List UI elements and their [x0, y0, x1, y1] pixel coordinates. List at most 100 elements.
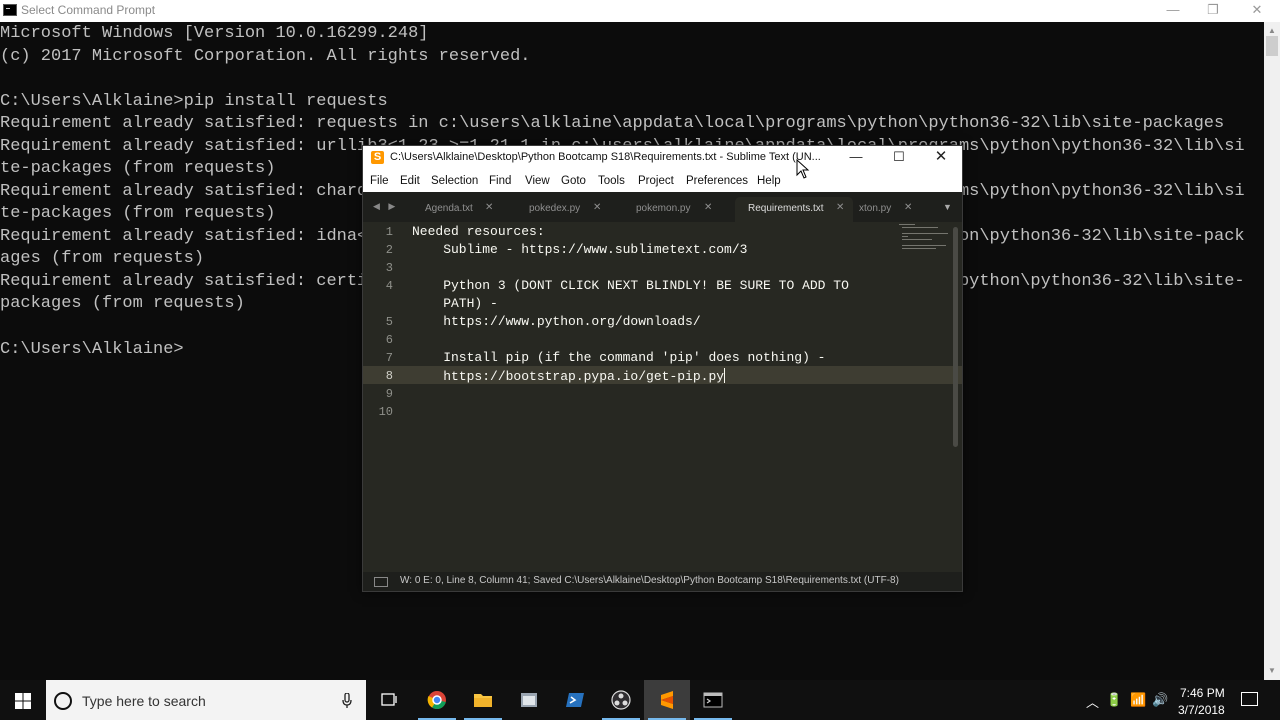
sublime-titlebar[interactable]: S C:\Users\Alklaine\Desktop\Python Bootc…: [363, 146, 962, 170]
menu-preferences[interactable]: Preferences: [686, 175, 748, 187]
windows-taskbar: Type here to search ︿ 🔋 📶 🔊 7:46 PM 3/7/…: [0, 680, 1280, 720]
console-prompt: C:\Users\Alklaine>: [0, 340, 184, 359]
sublime-menubar: File Edit Selection Find View Goto Tools…: [363, 170, 962, 192]
taskbar-search-box[interactable]: Type here to search: [46, 680, 366, 720]
wifi-icon[interactable]: 📶: [1130, 692, 1146, 708]
app-window-icon: [521, 693, 537, 707]
console-line: C:\Users\Alklaine>pip install requests: [0, 91, 388, 111]
scroll-up-arrow-icon[interactable]: ▲: [1268, 26, 1276, 35]
line-number: 8: [385, 369, 393, 383]
sublime-close-button[interactable]: ✕: [921, 146, 961, 170]
code-line: PATH) -: [412, 296, 498, 311]
taskbar-sublime-text[interactable]: [644, 680, 690, 720]
mouse-cursor-icon: [796, 159, 810, 179]
taskbar-obs[interactable]: [598, 680, 644, 720]
menu-help[interactable]: Help: [757, 175, 781, 187]
line-number: 5: [385, 315, 393, 329]
command-prompt-icon: [703, 692, 723, 708]
tab-overflow-chevron-icon[interactable]: ▼: [943, 202, 952, 212]
tab-close-icon[interactable]: ✕: [485, 202, 493, 213]
code-line: Install pip (if the command 'pip' does n…: [412, 350, 826, 365]
menu-selection[interactable]: Selection: [431, 175, 478, 187]
cmd-titlebar[interactable]: Select Command Prompt — ❐ ✕: [0, 0, 1280, 22]
menu-edit[interactable]: Edit: [400, 175, 420, 187]
minimap-line: [899, 224, 915, 225]
task-view-button[interactable]: [367, 680, 413, 720]
tab-close-icon[interactable]: ✕: [593, 202, 601, 213]
sublime-editor[interactable]: 1 2 3 4 5 6 7 8 9 10 Needed resources: S…: [363, 222, 962, 572]
menu-goto[interactable]: Goto: [561, 175, 586, 187]
tab-pokedex[interactable]: pokedex.py ✕: [518, 197, 618, 222]
action-center-icon[interactable]: [1241, 692, 1258, 706]
line-number: 6: [385, 333, 393, 347]
line-number: 3: [385, 261, 393, 275]
tab-close-icon[interactable]: ✕: [704, 202, 712, 213]
line-number: 1: [385, 225, 393, 239]
tab-requirements[interactable]: Requirements.txt ✕: [735, 197, 853, 222]
taskbar-app-4[interactable]: [506, 680, 552, 720]
line-number: 9: [385, 387, 393, 401]
windows-logo-icon: [15, 693, 31, 709]
sublime-text-icon: [661, 691, 673, 709]
menu-view[interactable]: View: [525, 175, 550, 187]
sublime-text-window[interactable]: S C:\Users\Alklaine\Desktop\Python Bootc…: [362, 145, 963, 592]
taskbar-command-prompt[interactable]: [690, 680, 736, 720]
code-line-current: https://bootstrap.pypa.io/get-pip.py: [412, 368, 726, 384]
minimap-line: [902, 233, 948, 234]
menu-tools[interactable]: Tools: [598, 175, 625, 187]
tab-close-icon[interactable]: ✕: [904, 202, 912, 213]
start-button[interactable]: [0, 680, 46, 720]
code-line: Sublime - https://www.sublimetext.com/3: [412, 242, 748, 257]
menu-file[interactable]: File: [370, 175, 389, 187]
code-line: Python 3 (DONT CLICK NEXT BLINDLY! BE SU…: [412, 278, 849, 293]
sublime-maximize-button[interactable]: ☐: [879, 146, 919, 170]
panel-toggle-icon[interactable]: [374, 577, 388, 587]
tab-label: pokedex.py: [529, 203, 581, 214]
cmd-restore-button[interactable]: ❐: [1190, 0, 1236, 22]
clock-date[interactable]: 3/7/2018: [1178, 703, 1225, 717]
tab-agenda[interactable]: Agenda.txt ✕: [410, 197, 510, 222]
sublime-logo-icon: S: [371, 151, 384, 164]
cmd-close-button[interactable]: ✕: [1234, 0, 1280, 22]
taskbar-file-explorer[interactable]: [460, 680, 506, 720]
microphone-icon[interactable]: [342, 693, 352, 709]
menu-project[interactable]: Project: [638, 175, 674, 187]
text-cursor: [724, 368, 726, 383]
sublime-minimize-button[interactable]: —: [836, 146, 876, 170]
status-text: W: 0 E: 0, Line 8, Column 41; Saved C:\U…: [400, 575, 899, 586]
clock-time[interactable]: 7:46 PM: [1180, 686, 1225, 700]
line-number: 4: [385, 279, 393, 293]
console-line: Requirement already satisfied: requests …: [0, 114, 1225, 133]
scroll-thumb[interactable]: [1266, 36, 1278, 56]
editor-scrollbar[interactable]: [953, 227, 958, 447]
tab-pokemon[interactable]: pokemon.py ✕: [625, 197, 725, 222]
taskbar-chrome[interactable]: [414, 680, 460, 720]
tab-xton[interactable]: xton.py ✕: [855, 197, 920, 222]
powershell-icon: [566, 693, 584, 707]
show-hidden-icons-chevron-icon[interactable]: ︿: [1086, 692, 1099, 711]
chrome-icon: [427, 691, 446, 710]
menu-find[interactable]: Find: [489, 175, 511, 187]
battery-icon[interactable]: 🔋: [1106, 692, 1122, 708]
cortana-icon: [54, 692, 72, 710]
line-number: 10: [378, 405, 393, 419]
minimap-line: [902, 227, 938, 228]
scroll-down-arrow-icon[interactable]: ▼: [1268, 666, 1276, 675]
tab-label: pokemon.py: [636, 203, 691, 214]
tab-navigation-arrows-icon[interactable]: ◀ ▶: [373, 201, 398, 212]
line-number: 2: [385, 243, 393, 257]
cmd-scrollbar[interactable]: ▲ ▼: [1264, 22, 1280, 680]
line-number: 7: [385, 351, 393, 365]
taskbar-powershell[interactable]: [552, 680, 598, 720]
code-text-area[interactable]: Needed resources: Sublime - https://www.…: [412, 222, 942, 572]
minimap-line: [902, 239, 932, 240]
folder-icon: [474, 694, 492, 707]
minimap[interactable]: [899, 224, 949, 254]
volume-icon[interactable]: 🔊: [1152, 692, 1168, 708]
tab-label: Agenda.txt: [425, 203, 473, 214]
tab-label: xton.py: [859, 203, 892, 214]
sublime-tab-bar: ◀ ▶ Agenda.txt ✕ pokedex.py ✕ pokemon.py…: [363, 192, 962, 222]
tab-close-icon[interactable]: ✕: [836, 202, 844, 213]
code-line: Needed resources:: [412, 224, 545, 239]
